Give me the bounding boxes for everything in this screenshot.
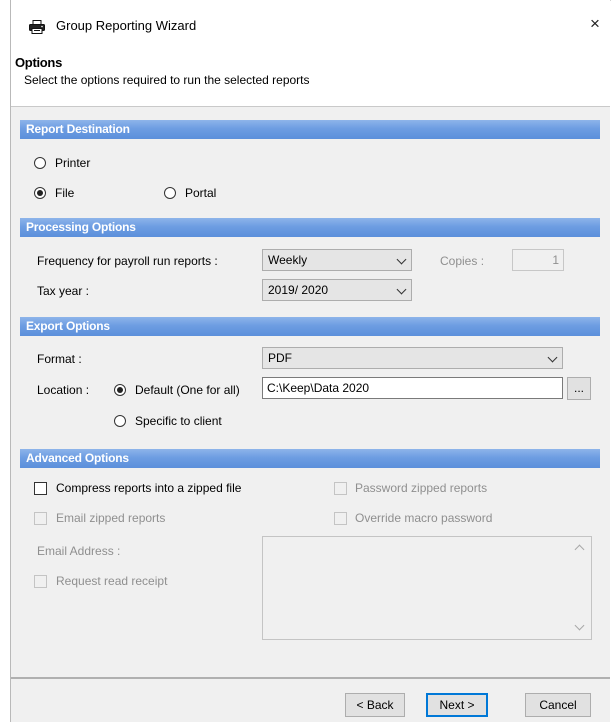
section-advanced-options: Advanced Options: [20, 449, 600, 468]
default-location-radio[interactable]: [114, 384, 126, 396]
printer-icon: [29, 20, 45, 34]
password-zipped-label: Password zipped reports: [355, 481, 488, 495]
chevron-down-icon: [547, 352, 558, 363]
section-export-options: Export Options: [20, 317, 600, 336]
file-radio-label[interactable]: File: [55, 186, 74, 200]
chevron-down-icon: [396, 284, 407, 295]
specific-location-radio[interactable]: [114, 415, 126, 427]
format-dropdown[interactable]: PDF: [262, 347, 563, 369]
scroll-up-icon: [574, 544, 585, 555]
wizard-footer: [11, 679, 610, 722]
tax-year-dropdown[interactable]: 2019/ 2020: [262, 279, 412, 301]
cancel-button[interactable]: Cancel: [525, 693, 591, 717]
read-receipt-label: Request read receipt: [56, 574, 168, 588]
email-address-label: Email Address :: [37, 544, 121, 558]
email-zipped-checkbox: [34, 512, 47, 525]
copies-label: Copies :: [440, 254, 485, 268]
tax-year-label: Tax year :: [37, 284, 90, 298]
compress-label[interactable]: Compress reports into a zipped file: [56, 481, 241, 495]
override-password-checkbox: [334, 512, 347, 525]
frequency-value: Weekly: [268, 253, 308, 267]
window-title: Group Reporting Wizard: [56, 18, 197, 33]
copies-field: 1: [512, 249, 564, 271]
page-title: Options: [15, 55, 63, 70]
tax-year-value: 2019/ 2020: [268, 283, 329, 297]
browse-button[interactable]: ...: [567, 377, 591, 400]
title-bar: Group Reporting Wizard ×: [11, 1, 610, 49]
format-label: Format :: [37, 352, 82, 366]
override-password-label: Override macro password: [355, 511, 493, 525]
frequency-dropdown[interactable]: Weekly: [262, 249, 412, 271]
chevron-down-icon: [396, 254, 407, 265]
default-location-label[interactable]: Default (One for all): [135, 383, 240, 397]
portal-radio[interactable]: [164, 187, 176, 199]
email-address-textarea: [262, 536, 592, 640]
specific-location-label[interactable]: Specific to client: [135, 414, 222, 428]
close-icon[interactable]: ×: [590, 14, 600, 34]
next-button[interactable]: Next >: [426, 693, 488, 717]
email-zipped-label: Email zipped reports: [56, 511, 166, 525]
scroll-down-icon: [574, 620, 585, 631]
file-radio[interactable]: [34, 187, 46, 199]
compress-checkbox[interactable]: [34, 482, 47, 495]
printer-radio-label[interactable]: Printer: [55, 156, 90, 170]
password-zipped-checkbox: [334, 482, 347, 495]
location-label: Location :: [37, 383, 90, 397]
location-path-input[interactable]: C:\Keep\Data 2020: [262, 377, 563, 399]
format-value: PDF: [268, 351, 292, 365]
back-button[interactable]: < Back: [345, 693, 405, 717]
read-receipt-checkbox: [34, 575, 47, 588]
printer-radio[interactable]: [34, 157, 46, 169]
page-subtitle: Select the options required to run the s…: [24, 73, 310, 87]
section-report-destination: Report Destination: [20, 120, 600, 139]
portal-radio-label[interactable]: Portal: [185, 186, 216, 200]
frequency-label: Frequency for payroll run reports :: [37, 254, 218, 268]
section-processing-options: Processing Options: [20, 218, 600, 237]
